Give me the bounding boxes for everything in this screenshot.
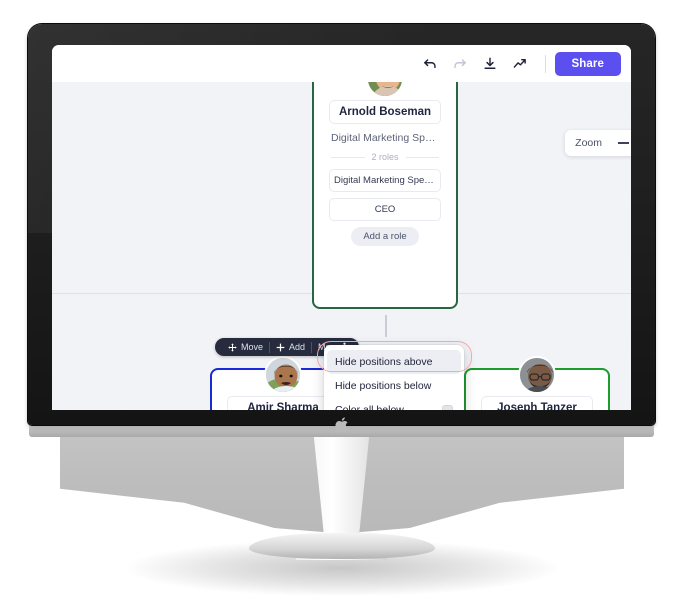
org-node-body: Joseph Tanzer CFO Role CFO in Executive … <box>472 356 602 410</box>
zoom-out-button[interactable] <box>618 142 629 144</box>
avatar-photo <box>266 358 300 392</box>
add-node-label: Add <box>289 342 306 352</box>
menu-item-hide-positions-below[interactable]: Hide positions below <box>324 374 464 398</box>
add-role-button[interactable]: Add a role <box>351 227 419 246</box>
org-node-roles-count: 2 roles <box>331 152 439 162</box>
color-swatch-icon[interactable] <box>442 404 453 410</box>
avatar-joseph-tanzer <box>518 356 556 394</box>
screen-content: Share Arnold Boseman Digital Marketing S… <box>52 45 631 410</box>
menu-item-label: Hide positions below <box>335 380 432 392</box>
org-node-title: Digital Marketing Specia... <box>331 132 441 144</box>
plus-icon <box>276 343 285 351</box>
imac-monitor-mockup: Share Arnold Boseman Digital Marketing S… <box>0 0 683 612</box>
apple-logo-icon <box>335 417 348 433</box>
avatar-photo <box>520 358 554 392</box>
menu-item-label: Hide positions above <box>335 356 433 368</box>
avatar-arnold-boseman <box>366 82 404 98</box>
toolbar-divider <box>544 54 546 73</box>
menu-item-hide-positions-above[interactable]: Hide positions above <box>327 350 461 374</box>
role-chip[interactable]: Digital Marketing Specialist <box>329 169 441 192</box>
org-node-name: Arnold Boseman <box>329 100 441 124</box>
org-chart-canvas[interactable]: Arnold Boseman Digital Marketing Specia.… <box>52 82 631 410</box>
zoom-label: Zoom <box>575 137 602 149</box>
menu-item-label: Color all below <box>335 404 404 410</box>
download-icon[interactable] <box>477 51 503 77</box>
menu-item-color-all-below[interactable]: Color all below <box>324 398 464 410</box>
move-node-button[interactable]: Move <box>222 342 269 352</box>
share-button[interactable]: Share <box>554 51 621 76</box>
org-node-body: Arnold Boseman Digital Marketing Specia.… <box>320 82 450 301</box>
move-icon <box>228 342 237 352</box>
org-connector-line <box>385 315 387 337</box>
org-node-joseph-tanzer[interactable]: Joseph Tanzer CFO Role CFO in Executive … <box>464 356 610 410</box>
move-node-label: Move <box>241 342 264 352</box>
zoom-control: Zoom <box>565 130 631 156</box>
app-toolbar: Share <box>52 45 631 82</box>
org-node-arnold-boseman[interactable]: Arnold Boseman Digital Marketing Specia.… <box>312 82 458 309</box>
org-node-name: Amir Sharma <box>227 396 339 410</box>
avatar-photo <box>368 82 402 96</box>
node-context-menu: Hide positions above Hide positions belo… <box>324 345 464 410</box>
org-node-name: Joseph Tanzer <box>481 396 593 410</box>
analytics-icon[interactable] <box>507 51 533 77</box>
role-chip[interactable]: CEO <box>329 198 441 221</box>
redo-icon[interactable] <box>447 51 473 77</box>
avatar-amir-sharma <box>264 356 302 394</box>
monitor-stand-foot <box>248 533 435 559</box>
add-node-button[interactable]: Add <box>270 342 311 352</box>
undo-icon[interactable] <box>417 51 443 77</box>
